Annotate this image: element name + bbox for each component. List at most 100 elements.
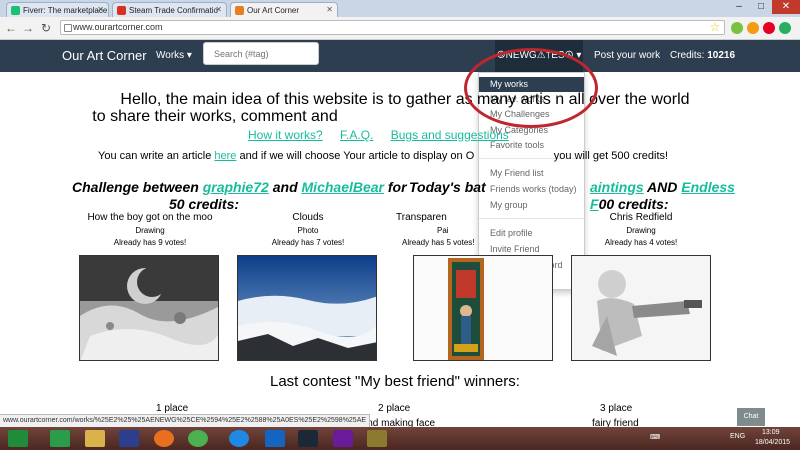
bugs-suggestions-link[interactable]: Bugs and suggestions — [391, 128, 509, 142]
faq-link[interactable]: F.A.Q. — [340, 128, 373, 142]
place-label: 3 place — [600, 403, 633, 414]
chat-button[interactable]: Chat — [737, 408, 765, 426]
site-brand[interactable]: Our Art Corner — [62, 48, 147, 63]
menu-item-friends-works[interactable]: Friends works (today) — [479, 182, 584, 197]
tab-fiverr[interactable]: Fiverr: The marketplace fo ✕ — [6, 2, 109, 17]
keyboard-icon[interactable]: ⌨ — [650, 433, 660, 441]
site-favicon-icon — [235, 5, 244, 15]
crown-app-icon[interactable] — [119, 430, 139, 447]
work-title[interactable]: Chris Redfield — [561, 212, 721, 223]
skype-icon[interactable] — [265, 430, 285, 447]
work-title[interactable]: How the boy got on the moo — [70, 212, 230, 223]
game-app-icon[interactable] — [367, 430, 387, 447]
close-window-button[interactable]: ✕ — [772, 0, 800, 14]
menu-item-my-works[interactable]: My works — [479, 77, 584, 92]
challenge-text: Challenge between — [72, 179, 203, 195]
challenge-heading-1: Challenge between graphie72 and MichaelB… — [72, 179, 407, 195]
work-category: Drawing — [626, 226, 656, 235]
challenge-heading-2: Today's bat — [409, 179, 486, 195]
tab-title: Steam Trade Confirmatio — [129, 5, 218, 15]
url-text: www.ourartcorner.com — [73, 22, 163, 32]
extension-icon[interactable] — [731, 22, 743, 34]
challenge-credits-1: 50 credits: — [169, 196, 240, 212]
post-your-work-link[interactable]: Post your work — [594, 50, 660, 61]
work-votes: Already has 9 votes! — [113, 238, 187, 247]
article-invite-text: You can write an article here and if we … — [98, 150, 668, 162]
close-tab-icon[interactable]: ✕ — [326, 5, 333, 14]
work-votes: Already has 5 votes! — [402, 238, 475, 247]
steam-icon[interactable] — [298, 430, 318, 447]
artwork-thumbnail-chris-redfield[interactable] — [571, 255, 711, 361]
extension-icon[interactable] — [779, 22, 791, 34]
challenge-text: and — [268, 179, 302, 195]
clock-time[interactable]: 13:09 — [762, 429, 780, 436]
works-menu[interactable]: Works ▾ — [156, 50, 192, 61]
chrome-icon[interactable] — [188, 430, 208, 447]
challenge-credits-2: F00 credits: — [590, 196, 669, 212]
artwork-thumbnail-moon-drawing[interactable] — [79, 255, 219, 361]
tab-our-art-corner[interactable]: Our Art Corner ✕ — [230, 2, 338, 17]
challenge-text: Today's bat — [409, 179, 486, 195]
work-title[interactable]: Clouds — [228, 212, 388, 223]
tab-title: Our Art Corner — [247, 5, 300, 15]
credits-value: 10216 — [707, 50, 736, 61]
search-input[interactable] — [203, 42, 319, 65]
back-icon[interactable]: ← — [4, 21, 18, 35]
pinterest-icon[interactable] — [763, 22, 775, 34]
game-app-icon[interactable] — [333, 430, 353, 447]
credits-display: Credits: 10216 — [670, 50, 735, 61]
menu-item-my-friend-list[interactable]: My Friend list — [479, 166, 584, 181]
user-menu-button[interactable]: ☮NEWG⚠†ES☮ ▾ — [495, 40, 583, 72]
internet-explorer-icon[interactable] — [229, 430, 249, 447]
work-category: Pai — [437, 226, 449, 235]
close-tab-icon[interactable]: ✕ — [97, 5, 104, 14]
challenge-link[interactable]: F — [590, 196, 599, 212]
firefox-icon[interactable] — [154, 430, 174, 447]
language-indicator[interactable]: ENG — [730, 433, 745, 440]
contest-title: Last contest "My best friend" winners: — [270, 373, 520, 390]
menu-item-my-group[interactable]: My group — [479, 198, 584, 213]
challenge-text: 00 credits: — [598, 196, 669, 212]
excel-icon[interactable] — [50, 430, 70, 447]
reload-icon[interactable]: ↻ — [39, 21, 53, 35]
place-label: 2 place — [378, 403, 411, 414]
extension-icon[interactable] — [747, 22, 759, 34]
file-explorer-icon[interactable] — [85, 430, 105, 447]
place-label: 1 place — [156, 403, 189, 414]
minimize-button[interactable]: – — [728, 0, 750, 14]
clock-date[interactable]: 18/04/2015 — [755, 439, 790, 446]
challenge-link-endless[interactable]: Endless — [681, 179, 735, 195]
work-votes: Already has 7 votes! — [271, 238, 345, 247]
browser-status-url: www.ourartcorner.com/works/%25E2%25%25AE… — [0, 414, 371, 428]
user-link-michaelbear[interactable]: MichaelBear — [302, 179, 384, 195]
work-title-text: Transparen — [396, 212, 447, 223]
bookmark-star-icon[interactable]: ☆ — [708, 20, 722, 34]
gmail-favicon-icon — [117, 5, 126, 15]
fiverr-favicon-icon — [11, 5, 20, 15]
work-category: Photo — [297, 226, 319, 235]
tab-steam[interactable]: Steam Trade Confirmatio ✕ — [112, 2, 227, 17]
artwork-thumbnail-clouds-photo[interactable] — [237, 255, 377, 361]
challenge-text: for — [384, 179, 407, 195]
article-here-link[interactable]: here — [214, 150, 236, 162]
work-votes: Already has 4 votes! — [604, 238, 678, 247]
browser-toolbar: ← → ↻ www.ourartcorner.com ☆ — [0, 17, 800, 40]
work-category: Drawing — [135, 226, 165, 235]
help-links: How it works? F.A.Q. Bugs and suggestion… — [248, 128, 523, 142]
how-it-works-link[interactable]: How it works? — [248, 128, 323, 142]
start-icon[interactable] — [8, 430, 28, 447]
article-text-pre: You can write an article — [98, 150, 215, 162]
intro-line-1: Hello, the main idea of this website is … — [120, 91, 690, 108]
drawing-image — [572, 256, 710, 360]
forward-icon[interactable]: → — [21, 21, 35, 35]
photo-image — [238, 256, 376, 360]
challenge-link-paintings[interactable]: aintings — [590, 179, 644, 195]
artwork-thumbnail-painting[interactable] — [413, 255, 553, 361]
close-tab-icon[interactable]: ✕ — [215, 5, 222, 14]
credits-label: Credits: — [670, 50, 708, 61]
user-link-graphie72[interactable]: graphie72 — [203, 179, 269, 195]
address-bar[interactable]: www.ourartcorner.com — [60, 20, 725, 35]
painting-image — [414, 256, 552, 360]
maximize-button[interactable]: □ — [750, 0, 772, 14]
site-navbar: Our Art Corner Works ▾ Post your work Cr… — [0, 40, 800, 72]
